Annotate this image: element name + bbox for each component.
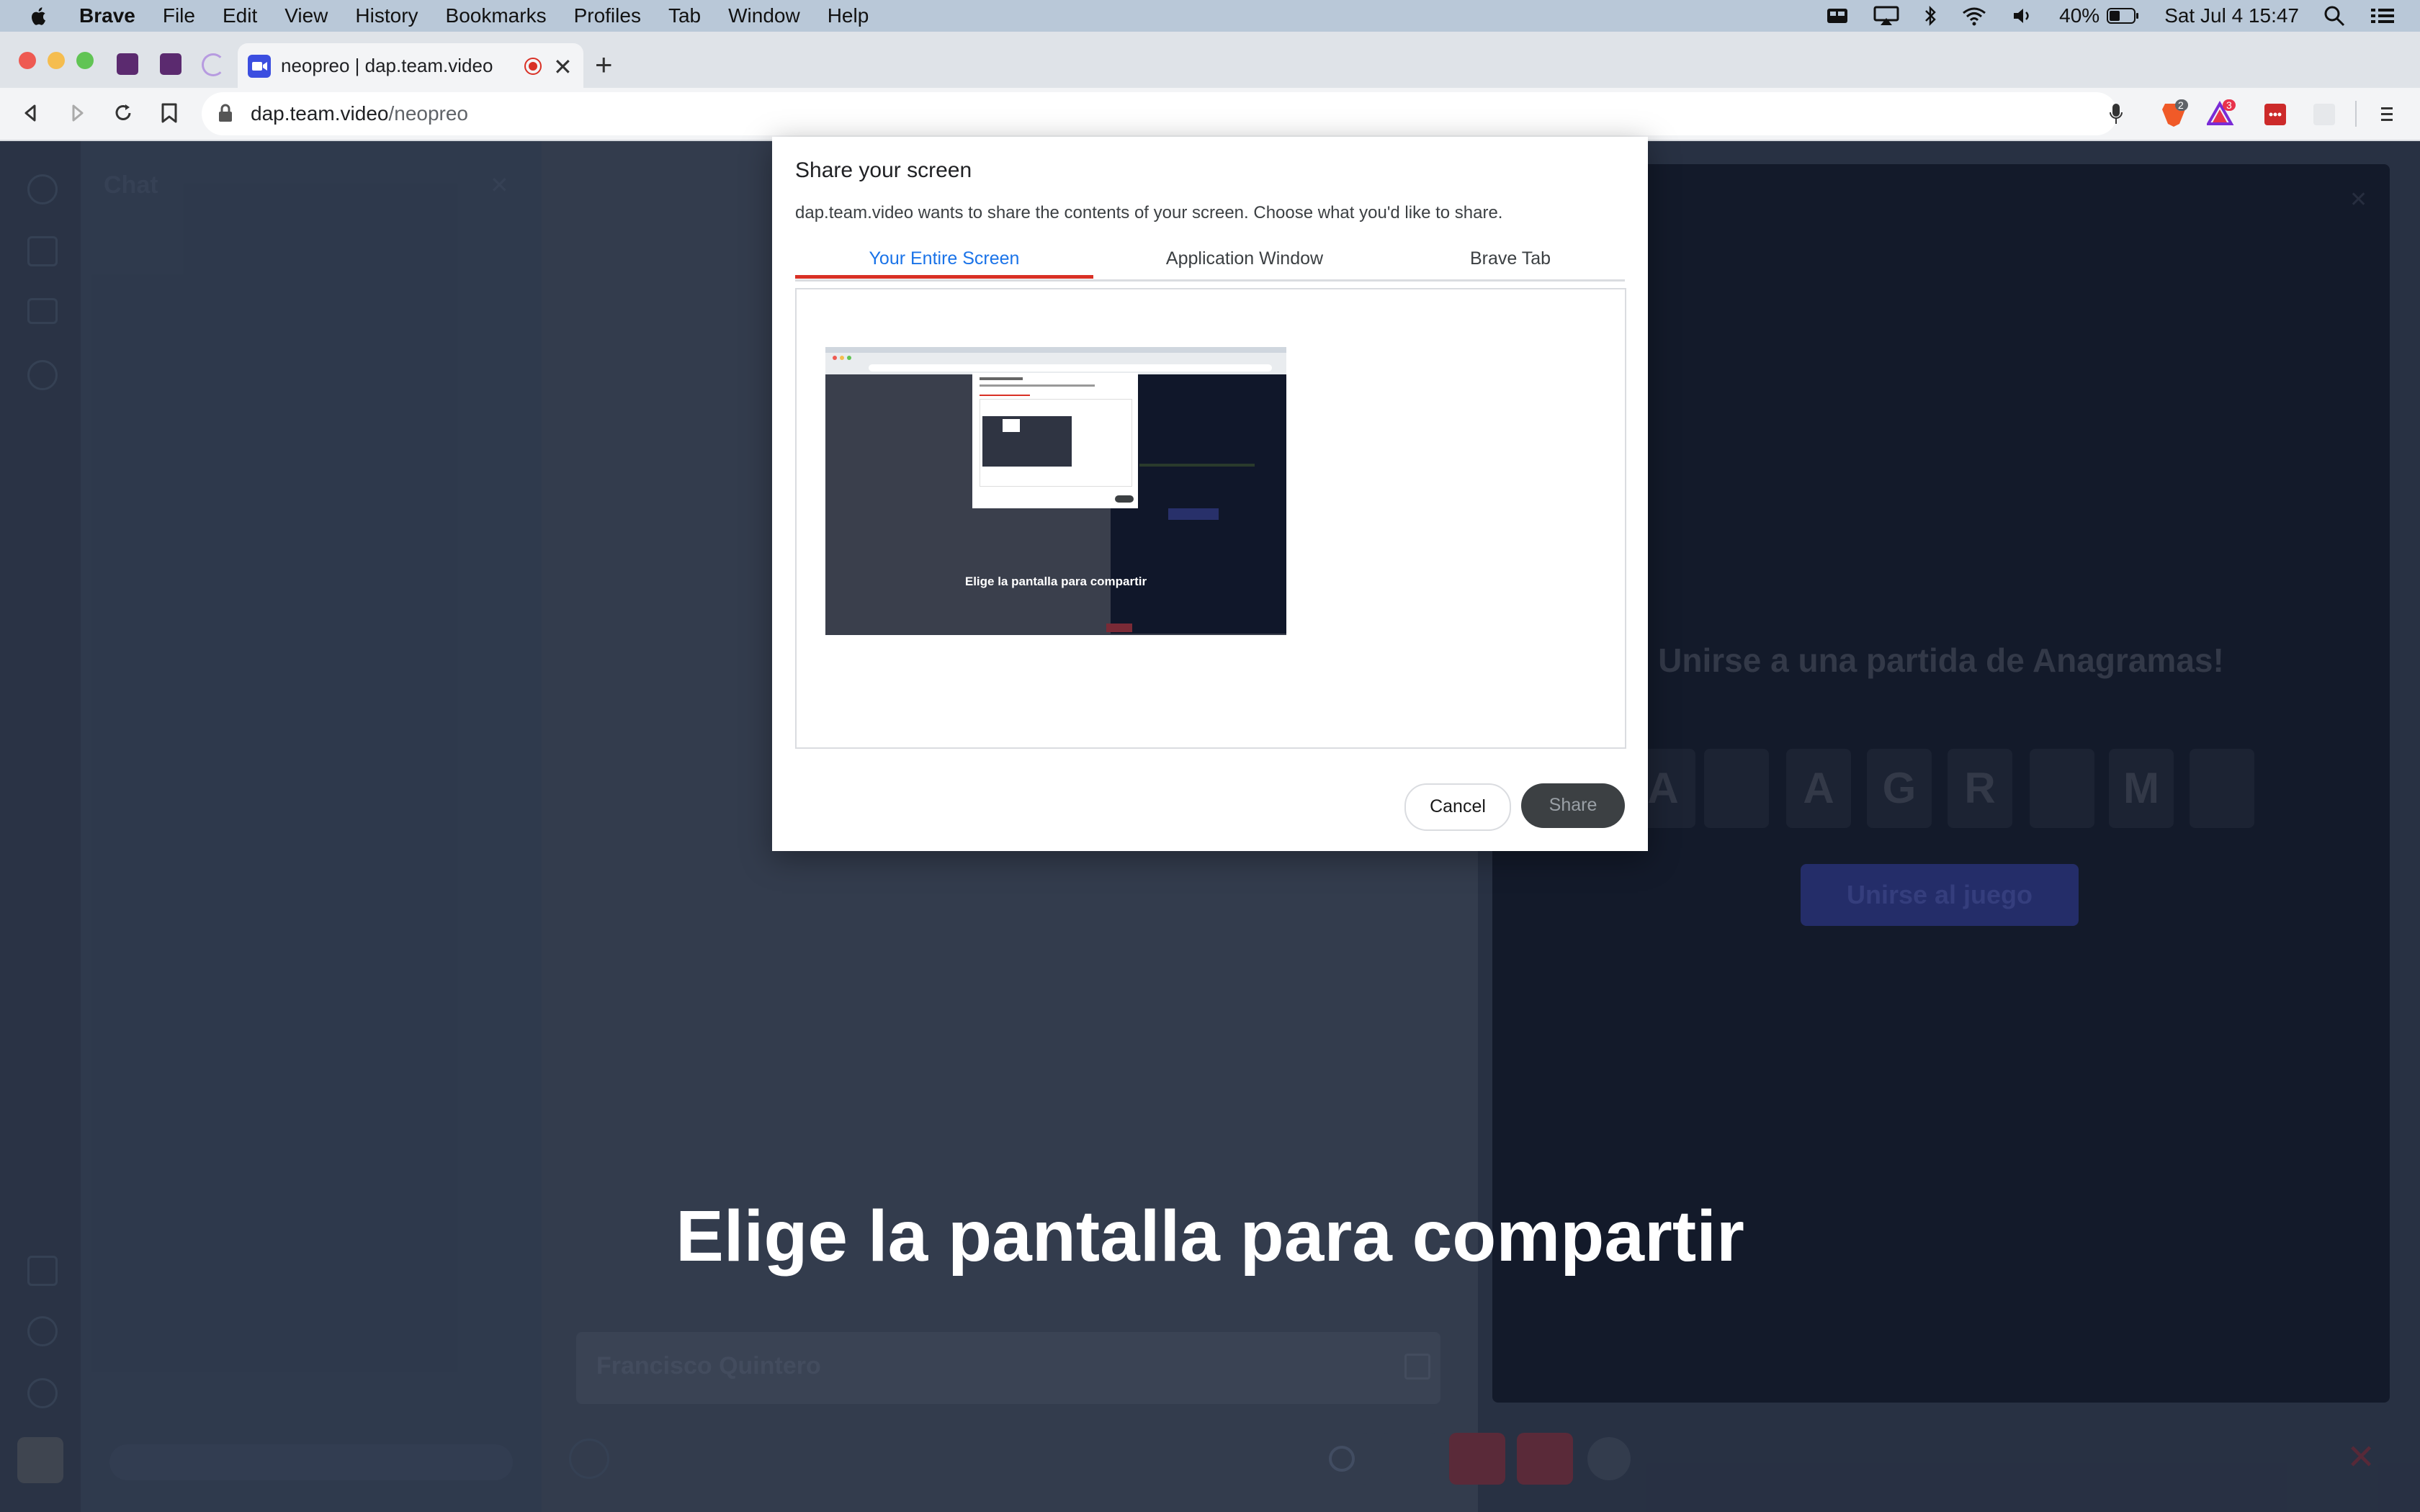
brave-rewards-icon[interactable]: 3 bbox=[2207, 99, 2236, 128]
battery-icon bbox=[2107, 7, 2140, 24]
thumb-controls bbox=[1106, 624, 1132, 632]
wifi-icon[interactable] bbox=[1961, 6, 1987, 26]
reload-icon[interactable] bbox=[112, 102, 134, 124]
extension-2-icon[interactable] bbox=[2313, 104, 2335, 125]
tab-title: neopreo | dap.team.video bbox=[281, 55, 493, 76]
share-screen-dialog: Share your screen dap.team.video wants t… bbox=[772, 137, 1648, 851]
apple-icon[interactable] bbox=[29, 5, 50, 27]
forward-icon[interactable] bbox=[66, 102, 88, 124]
close-tab-icon[interactable]: ✕ bbox=[553, 53, 573, 81]
instruction-caption: Elige la pantalla para compartir bbox=[676, 1196, 1744, 1277]
menu-history[interactable]: History bbox=[355, 4, 418, 27]
pinned-tab-2[interactable] bbox=[160, 53, 182, 75]
screen-thumbnail[interactable]: Elige la pantalla para compartir bbox=[825, 347, 1286, 635]
close-window-button[interactable] bbox=[19, 52, 36, 69]
brave-shield-icon[interactable]: 2 bbox=[2159, 99, 2188, 128]
battery-percent: 40% bbox=[2059, 4, 2100, 27]
menu-profiles[interactable]: Profiles bbox=[574, 4, 641, 27]
dialog-description: dap.team.video wants to share the conten… bbox=[795, 203, 1503, 222]
lock-icon bbox=[218, 103, 233, 123]
address-bar[interactable]: dap.team.video/neopreo bbox=[202, 92, 2123, 135]
spotlight-icon[interactable] bbox=[2323, 5, 2345, 27]
toolbar-divider bbox=[2355, 101, 2357, 127]
menu-help[interactable]: Help bbox=[828, 4, 869, 27]
video-favicon-icon bbox=[248, 55, 271, 78]
menu-window[interactable]: Window bbox=[728, 4, 800, 27]
share-button[interactable]: Share bbox=[1521, 783, 1625, 828]
screen-list: Elige la pantalla para compartir bbox=[795, 288, 1626, 749]
minimize-window-button[interactable] bbox=[48, 52, 65, 69]
menu-bookmarks[interactable]: Bookmarks bbox=[446, 4, 547, 27]
thumb-caption: Elige la pantalla para compartir bbox=[964, 575, 1147, 588]
thumb-browser-chrome bbox=[825, 353, 1286, 374]
menu-brave[interactable]: Brave bbox=[79, 4, 135, 27]
bookmark-icon[interactable] bbox=[160, 102, 179, 124]
mission-control-icon[interactable] bbox=[1826, 6, 1849, 25]
mic-icon[interactable] bbox=[2109, 102, 2123, 125]
menu-edit[interactable]: Edit bbox=[223, 4, 257, 27]
zoom-window-button[interactable] bbox=[76, 52, 94, 69]
share-source-tabs: Your Entire Screen Application Window Br… bbox=[795, 242, 1625, 282]
airplay-icon[interactable] bbox=[1873, 6, 1899, 26]
pinned-tab-1[interactable] bbox=[117, 53, 138, 75]
volume-icon[interactable] bbox=[2012, 6, 2035, 26]
bluetooth-icon[interactable] bbox=[1924, 5, 1937, 27]
cancel-button[interactable]: Cancel bbox=[1404, 783, 1511, 831]
shield-badge: 2 bbox=[2178, 99, 2184, 111]
thumb-menubar bbox=[825, 347, 1286, 353]
url-path: /neopreo bbox=[388, 102, 469, 125]
url-text: dap.team.video/neopreo bbox=[251, 102, 468, 125]
tab-application-window[interactable]: Application Window bbox=[1093, 242, 1396, 276]
menu-tab[interactable]: Tab bbox=[668, 4, 701, 27]
url-host: dap.team.video bbox=[251, 102, 389, 125]
tab-brave-tab[interactable]: Brave Tab bbox=[1396, 242, 1625, 276]
clock[interactable]: Sat Jul 4 15:47 bbox=[2164, 4, 2299, 27]
dialog-title: Share your screen bbox=[795, 158, 972, 182]
tab-entire-screen[interactable]: Your Entire Screen bbox=[795, 242, 1093, 276]
control-center-icon[interactable] bbox=[2370, 6, 2396, 26]
macos-menu-bar: Brave File Edit View History Bookmarks P… bbox=[0, 0, 2420, 32]
new-tab-button[interactable]: + bbox=[595, 48, 613, 82]
extension-icon[interactable] bbox=[2264, 104, 2286, 125]
back-icon[interactable] bbox=[20, 102, 42, 124]
active-tab-indicator bbox=[795, 275, 1093, 279]
menu-view[interactable]: View bbox=[284, 4, 328, 27]
recording-indicator-icon bbox=[524, 58, 542, 75]
battery-status[interactable]: 40% bbox=[2059, 4, 2140, 27]
loading-tab-icon[interactable] bbox=[202, 53, 225, 76]
thumb-dialog bbox=[972, 373, 1138, 508]
rewards-badge: 3 bbox=[2226, 99, 2232, 111]
menu-file[interactable]: File bbox=[163, 4, 195, 27]
menu-icon[interactable] bbox=[2378, 104, 2396, 125]
active-tab[interactable]: neopreo | dap.team.video ✕ bbox=[238, 43, 583, 88]
